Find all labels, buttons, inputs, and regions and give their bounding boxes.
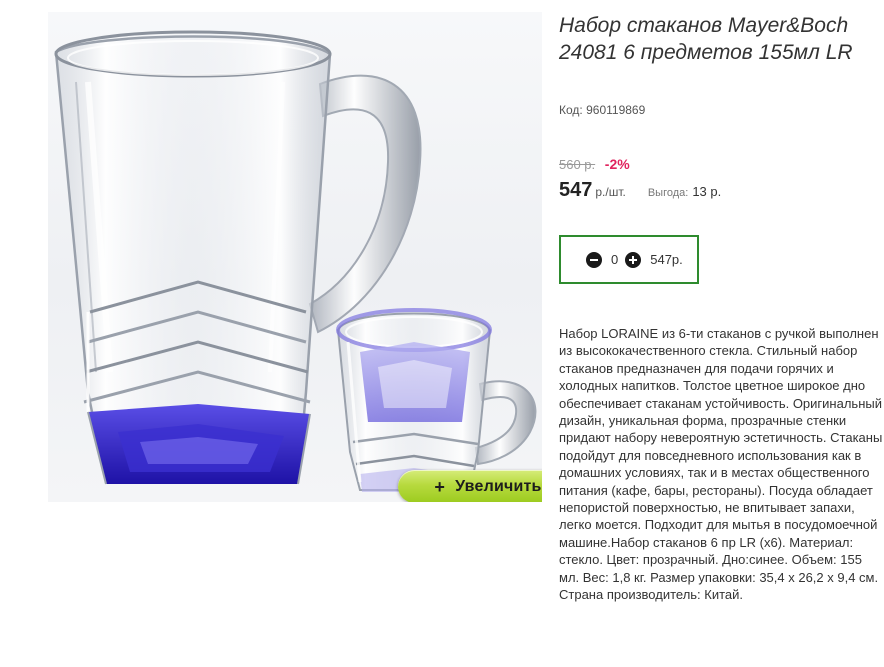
old-price: 560 р. bbox=[559, 157, 596, 172]
product-code: Код: 960119869 bbox=[559, 103, 645, 117]
plus-icon[interactable] bbox=[625, 251, 642, 268]
product-image[interactable]: + Увеличить bbox=[48, 12, 542, 502]
zoom-button[interactable]: + Увеличить bbox=[398, 470, 542, 502]
discount-badge: -2% bbox=[604, 156, 630, 172]
product-description: Набор LORAINE из 6-ти стаканов с ручкой … bbox=[559, 326, 883, 603]
glass-set-illustration bbox=[54, 30, 537, 492]
price-unit: р./шт. bbox=[595, 185, 626, 199]
product-page: + Увеличить Набор стаканов Mayer&Boch 24… bbox=[0, 0, 884, 667]
product-title: Набор стаканов Mayer&Boch 24081 6 предме… bbox=[559, 14, 853, 64]
product-code-value: 960119869 bbox=[586, 103, 646, 117]
zoom-label: Увеличить bbox=[455, 477, 542, 495]
current-price: 547 bbox=[559, 179, 593, 201]
savings-value: 13 р. bbox=[692, 184, 722, 199]
cart-total: 547р. bbox=[650, 252, 683, 267]
savings-label: Выгода: bbox=[647, 187, 689, 199]
product-code-label: Код: bbox=[559, 103, 583, 117]
quantity-selector: 0 547р. bbox=[559, 235, 699, 284]
price-row: 547 р./шт. Выгода: 13 р. bbox=[559, 179, 721, 202]
quantity-value[interactable]: 0 bbox=[611, 252, 618, 267]
old-price-row: 560 р. -2% bbox=[559, 156, 630, 172]
plus-icon: + bbox=[434, 476, 446, 497]
minus-icon[interactable] bbox=[586, 251, 602, 268]
